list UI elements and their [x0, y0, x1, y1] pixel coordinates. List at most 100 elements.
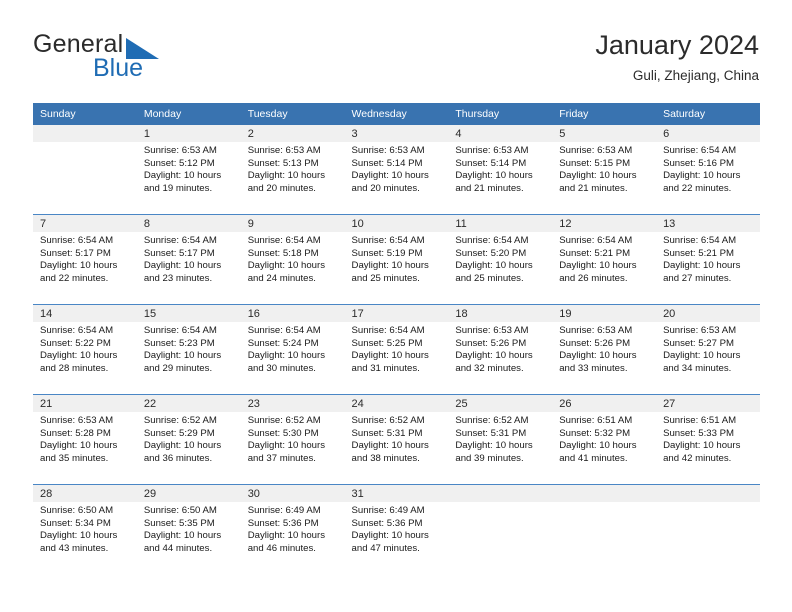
day-details: Sunrise: 6:49 AM Sunset: 5:36 PM Daylight:… — [345, 502, 449, 555]
day-details: Sunrise: 6:54 AM Sunset: 5:16 PM Daylight:… — [656, 142, 760, 195]
day-number: 17 — [344, 305, 449, 322]
day-number: 30 — [240, 485, 345, 502]
daylight-text: Daylight: 10 hours and 20 minutes. — [351, 170, 429, 194]
calendar-day-cell[interactable]: 21 Sunrise: 6:53 AM Sunset: 5:28 PM Dayligh… — [33, 394, 137, 485]
day-number: 18 — [448, 305, 553, 322]
day-number — [33, 125, 137, 142]
calendar-day-cell[interactable]: 1 Sunrise: 6:53 AM Sunset: 5:12 PM Daylight… — [136, 125, 241, 215]
daylight-text: Daylight: 10 hours and 23 minutes. — [143, 260, 222, 284]
calendar-day-cell[interactable]: 4 Sunrise: 6:53 AM Sunset: 5:14 PM Daylight… — [448, 125, 553, 215]
sunrise-text: Sunrise: 6:54 AM — [455, 235, 529, 246]
sunset-text: Sunset: 5:31 PM — [351, 427, 423, 439]
calendar-day-cell[interactable]: 10 Sunrise: 6:54 AM Sunset: 5:19 PM Dayligh… — [344, 214, 449, 305]
daylight-text: Daylight: 10 hours and 39 minutes. — [455, 440, 533, 464]
calendar-body: 1 Sunrise: 6:53 AM Sunset: 5:12 PM Daylight… — [33, 125, 760, 574]
daylight-text: Daylight: 10 hours and 25 minutes. — [455, 260, 533, 284]
calendar-day-cell[interactable]: 26 Sunrise: 6:51 AM Sunset: 5:32 PM Dayligh… — [552, 394, 657, 485]
calendar-day-cell[interactable]: 15 Sunrise: 6:54 AM Sunset: 5:23 PM Dayligh… — [136, 304, 241, 395]
sunset-text: Sunset: 5:14 PM — [351, 157, 423, 169]
brand-logo[interactable]: General Blue — [33, 30, 233, 86]
day-number: 20 — [656, 305, 760, 322]
sunrise-text: Sunrise: 6:53 AM — [247, 145, 321, 156]
calendar-day-cell[interactable]: 5 Sunrise: 6:53 AM Sunset: 5:15 PM Daylight… — [552, 125, 657, 215]
calendar-day-cell[interactable]: 18 Sunrise: 6:53 AM Sunset: 5:26 PM Dayligh… — [448, 304, 553, 395]
sunrise-text: Sunrise: 6:49 AM — [351, 505, 425, 516]
day-number: 25 — [448, 395, 553, 412]
daylight-text: Daylight: 10 hours and 35 minutes. — [40, 440, 118, 464]
calendar-day-cell[interactable]: 19 Sunrise: 6:53 AM Sunset: 5:26 PM Dayligh… — [552, 304, 657, 395]
daylight-text: Daylight: 10 hours and 31 minutes. — [351, 350, 429, 374]
day-details: Sunrise: 6:53 AM Sunset: 5:28 PM Daylight:… — [33, 412, 137, 465]
sunset-text: Sunset: 5:17 PM — [40, 247, 111, 259]
calendar-day-cell[interactable]: 31 Sunrise: 6:49 AM Sunset: 5:36 PM Dayligh… — [344, 484, 449, 574]
calendar-day-cell[interactable]: 20 Sunrise: 6:53 AM Sunset: 5:27 PM Dayligh… — [656, 304, 760, 395]
day-details: Sunrise: 6:53 AM Sunset: 5:26 PM Daylight:… — [448, 322, 552, 375]
calendar-day-cell[interactable]: 17 Sunrise: 6:54 AM Sunset: 5:25 PM Dayligh… — [344, 304, 449, 395]
calendar-day-cell[interactable]: 24 Sunrise: 6:52 AM Sunset: 5:31 PM Dayligh… — [344, 394, 449, 485]
sunrise-text: Sunrise: 6:54 AM — [143, 235, 217, 246]
calendar-day-cell[interactable]: 27 Sunrise: 6:51 AM Sunset: 5:33 PM Dayligh… — [656, 394, 760, 485]
sunrise-text: Sunrise: 6:53 AM — [143, 145, 217, 156]
day-number: 2 — [240, 125, 345, 142]
daylight-text: Daylight: 10 hours and 46 minutes. — [247, 530, 326, 554]
calendar-day-cell[interactable]: 13 Sunrise: 6:54 AM Sunset: 5:21 PM Dayligh… — [656, 214, 760, 305]
calendar-day-cell[interactable]: 30 Sunrise: 6:49 AM Sunset: 5:36 PM Dayligh… — [240, 484, 345, 574]
calendar-day-cell[interactable]: 11 Sunrise: 6:54 AM Sunset: 5:20 PM Dayligh… — [448, 214, 553, 305]
day-number: 15 — [136, 305, 241, 322]
calendar-day-cell[interactable]: 28 Sunrise: 6:50 AM Sunset: 5:34 PM Dayligh… — [33, 484, 137, 574]
day-number: 7 — [33, 215, 137, 232]
brand-name-blue: Blue — [93, 54, 144, 82]
day-number — [656, 485, 760, 502]
calendar-day-cell[interactable]: 29 Sunrise: 6:50 AM Sunset: 5:35 PM Dayligh… — [136, 484, 241, 574]
weekday-header-saturday: Saturday — [656, 103, 760, 125]
calendar-day-cell[interactable]: 2 Sunrise: 6:53 AM Sunset: 5:13 PM Daylight… — [240, 125, 345, 215]
sunrise-text: Sunrise: 6:52 AM — [455, 415, 529, 426]
day-details: Sunrise: 6:52 AM Sunset: 5:30 PM Daylight:… — [241, 412, 345, 465]
day-number: 23 — [240, 395, 345, 412]
daylight-text: Daylight: 10 hours and 21 minutes. — [455, 170, 533, 194]
calendar-day-cell[interactable]: 12 Sunrise: 6:54 AM Sunset: 5:21 PM Dayligh… — [552, 214, 657, 305]
calendar-day-cell[interactable]: 6 Sunrise: 6:54 AM Sunset: 5:16 PM Daylight… — [656, 125, 760, 215]
day-details: Sunrise: 6:54 AM Sunset: 5:22 PM Daylight:… — [33, 322, 137, 375]
sunrise-text: Sunrise: 6:53 AM — [455, 325, 529, 336]
daylight-text: Daylight: 10 hours and 38 minutes. — [351, 440, 429, 464]
calendar-day-cell[interactable]: 3 Sunrise: 6:53 AM Sunset: 5:14 PM Daylight… — [344, 125, 449, 215]
sunset-text: Sunset: 5:26 PM — [455, 337, 527, 349]
daylight-text: Daylight: 10 hours and 26 minutes. — [559, 260, 637, 284]
daylight-text: Daylight: 10 hours and 44 minutes. — [143, 530, 222, 554]
day-details: Sunrise: 6:50 AM Sunset: 5:35 PM Daylight:… — [137, 502, 241, 555]
calendar-day-cell[interactable]: 22 Sunrise: 6:52 AM Sunset: 5:29 PM Dayligh… — [136, 394, 241, 485]
daylight-text: Daylight: 10 hours and 25 minutes. — [351, 260, 429, 284]
calendar-day-cell[interactable]: 8 Sunrise: 6:54 AM Sunset: 5:17 PM Daylight… — [136, 214, 241, 305]
calendar-day-cell[interactable]: 14 Sunrise: 6:54 AM Sunset: 5:22 PM Dayligh… — [33, 304, 137, 395]
sunset-text: Sunset: 5:36 PM — [247, 517, 319, 529]
daylight-text: Daylight: 10 hours and 30 minutes. — [247, 350, 326, 374]
sunrise-text: Sunrise: 6:54 AM — [40, 235, 114, 246]
daylight-text: Daylight: 10 hours and 29 minutes. — [143, 350, 222, 374]
daylight-text: Daylight: 10 hours and 22 minutes. — [663, 170, 741, 194]
calendar-day-cell[interactable]: 25 Sunrise: 6:52 AM Sunset: 5:31 PM Dayligh… — [448, 394, 553, 485]
calendar-day-cell[interactable]: 7 Sunrise: 6:54 AM Sunset: 5:17 PM Daylight… — [33, 214, 137, 305]
sunrise-text: Sunrise: 6:53 AM — [559, 325, 633, 336]
sunset-text: Sunset: 5:21 PM — [559, 247, 631, 259]
day-number — [552, 485, 657, 502]
daylight-text: Daylight: 10 hours and 19 minutes. — [143, 170, 222, 194]
calendar-day-cell-empty — [448, 484, 553, 574]
day-number: 26 — [552, 395, 657, 412]
sunrise-text: Sunrise: 6:54 AM — [351, 325, 425, 336]
calendar-day-cell[interactable]: 23 Sunrise: 6:52 AM Sunset: 5:30 PM Dayligh… — [240, 394, 345, 485]
day-details: Sunrise: 6:53 AM Sunset: 5:27 PM Daylight:… — [656, 322, 760, 375]
weekday-header-wednesday: Wednesday — [344, 103, 449, 125]
day-details: Sunrise: 6:54 AM Sunset: 5:20 PM Daylight:… — [448, 232, 552, 285]
sunset-text: Sunset: 5:29 PM — [143, 427, 215, 439]
sunset-text: Sunset: 5:35 PM — [143, 517, 215, 529]
day-number: 10 — [344, 215, 449, 232]
day-number: 12 — [552, 215, 657, 232]
calendar-day-cell[interactable]: 16 Sunrise: 6:54 AM Sunset: 5:24 PM Dayligh… — [240, 304, 345, 395]
daylight-text: Daylight: 10 hours and 22 minutes. — [40, 260, 118, 284]
daylight-text: Daylight: 10 hours and 41 minutes. — [559, 440, 637, 464]
sunrise-text: Sunrise: 6:53 AM — [663, 325, 737, 336]
day-number: 8 — [136, 215, 241, 232]
calendar-week-row: 28 Sunrise: 6:50 AM Sunset: 5:34 PM Dayligh… — [33, 484, 760, 574]
calendar-day-cell[interactable]: 9 Sunrise: 6:54 AM Sunset: 5:18 PM Daylight… — [240, 214, 345, 305]
